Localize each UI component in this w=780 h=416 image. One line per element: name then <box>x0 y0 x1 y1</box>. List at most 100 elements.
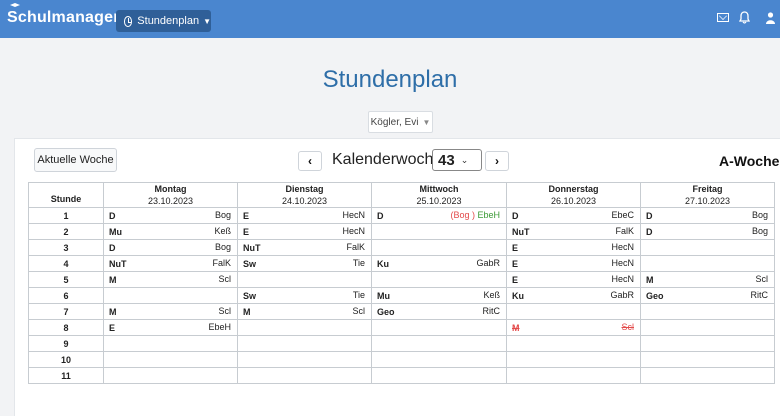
lesson-cell[interactable]: M Scl <box>237 303 372 320</box>
lesson-cell[interactable]: M Scl <box>506 319 641 336</box>
empty-lesson-cell <box>506 367 641 384</box>
stundenplan-menu-button[interactable]: Stundenplan ▼ <box>116 10 211 32</box>
bell-icon[interactable] <box>739 11 750 24</box>
teacher-select[interactable]: Kögler, Evi ▼ <box>368 111 433 133</box>
lesson-cell[interactable]: E HecN <box>237 223 372 240</box>
week-type-label: A-Woche <box>719 153 780 169</box>
lesson-subject: NuT <box>109 258 127 269</box>
lesson-subject: D <box>646 226 653 237</box>
next-week-button[interactable]: › <box>485 151 509 171</box>
table-row: 2 Mu Keß E HecN NuT FalK D Bog <box>28 223 775 240</box>
day-name: Donnerstag <box>548 184 599 194</box>
lesson-cell[interactable]: Ku GabR <box>506 287 641 304</box>
graduation-cap-icon <box>10 3 20 7</box>
calendar-week-value: 43 <box>438 151 455 169</box>
lesson-cell[interactable]: Sw Tie <box>237 255 372 272</box>
lesson-teacher: HecN <box>342 226 365 236</box>
lesson-cell[interactable]: Geo RitC <box>640 287 775 304</box>
lesson-teacher: Scl <box>352 306 365 316</box>
lesson-teacher: Scl <box>218 306 231 316</box>
lesson-subject: Ku <box>512 290 524 301</box>
lesson-number: 6 <box>28 287 104 304</box>
table-row: 6 Sw Tie Mu Keß Ku GabR Geo RitC <box>28 287 775 304</box>
lesson-teacher: Scl <box>218 274 231 284</box>
lesson-subject: D <box>109 242 116 253</box>
lesson-cell[interactable]: Ku GabR <box>371 255 507 272</box>
lesson-cell[interactable]: M Scl <box>103 303 238 320</box>
lesson-cell[interactable]: Mu Keß <box>371 287 507 304</box>
lesson-cell[interactable]: E HecN <box>506 271 641 288</box>
mail-icon[interactable] <box>717 13 729 22</box>
current-week-button[interactable]: Aktuelle Woche <box>34 148 117 172</box>
lesson-number: 10 <box>28 351 104 368</box>
lesson-subject: Ku <box>377 258 389 269</box>
lesson-teacher: HecN <box>611 274 634 284</box>
day-name: Dienstag <box>285 184 324 194</box>
calendar-week-select[interactable]: 43 ⌄ <box>432 149 482 171</box>
lesson-cell[interactable]: M Scl <box>640 271 775 288</box>
lesson-teacher-substitution: (Bog ) EbeH <box>450 210 500 220</box>
lesson-subject: M <box>109 306 117 317</box>
table-row: 10 <box>28 351 775 368</box>
lesson-number: 4 <box>28 255 104 272</box>
lesson-cell[interactable]: E HecN <box>506 239 641 256</box>
lesson-cell[interactable]: M Scl <box>103 271 238 288</box>
lesson-teacher: Tie <box>352 290 365 300</box>
lesson-subject: Sw <box>243 258 257 269</box>
empty-lesson-cell <box>371 351 507 368</box>
column-header-day: Donnerstag 26.10.2023 <box>506 182 641 208</box>
lesson-cell[interactable]: Sw Tie <box>237 287 372 304</box>
lesson-number: 3 <box>28 239 104 256</box>
lesson-cell[interactable]: D EbeC <box>506 207 641 224</box>
lesson-subject: D <box>512 210 519 221</box>
empty-lesson-cell <box>371 223 507 240</box>
lesson-cell[interactable]: D Bog <box>640 207 775 224</box>
day-date: 26.10.2023 <box>550 196 597 206</box>
lesson-number: 11 <box>28 367 104 384</box>
lesson-subject: Geo <box>377 306 395 317</box>
lesson-teacher: Scl <box>755 274 768 284</box>
user-icon[interactable] <box>766 12 775 24</box>
lesson-cell[interactable]: D (Bog ) EbeH <box>371 207 507 224</box>
top-navbar: Schulmanager Stundenplan ▼ <box>0 0 780 38</box>
original-teacher: (Bog ) <box>450 210 475 220</box>
previous-week-button[interactable]: ‹ <box>298 151 322 171</box>
lesson-cell[interactable]: NuT FalK <box>103 255 238 272</box>
lesson-teacher: Keß <box>214 226 231 236</box>
page-title: Stundenplan <box>322 66 458 93</box>
chevron-left-icon: ‹ <box>308 154 312 168</box>
brand-logo[interactable]: Schulmanager <box>7 3 120 27</box>
empty-lesson-cell <box>237 351 372 368</box>
table-row: 3 D Bog NuT FalK E HecN <box>28 239 775 256</box>
lesson-cell[interactable]: NuT FalK <box>506 223 641 240</box>
lesson-cell[interactable]: E HecN <box>506 255 641 272</box>
lesson-cell[interactable]: NuT FalK <box>237 239 372 256</box>
caret-down-icon: ▼ <box>203 16 211 26</box>
lesson-cell[interactable]: D Bog <box>640 223 775 240</box>
lesson-subject: M <box>512 322 520 333</box>
teacher-select-value: Kögler, Evi <box>370 116 419 128</box>
day-name: Montag <box>154 184 187 194</box>
empty-lesson-cell <box>103 367 238 384</box>
empty-lesson-cell <box>237 319 372 336</box>
lesson-cell[interactable]: Mu Keß <box>103 223 238 240</box>
brand-name: Schulmanager <box>7 9 120 26</box>
lesson-cell[interactable]: E HecN <box>237 207 372 224</box>
lesson-number: 2 <box>28 223 104 240</box>
empty-lesson-cell <box>237 367 372 384</box>
lesson-teacher: Bog <box>214 242 231 252</box>
lesson-cell[interactable]: D Bog <box>103 239 238 256</box>
lesson-cell[interactable]: E EbeH <box>103 319 238 336</box>
empty-lesson-cell <box>506 335 641 352</box>
day-date: 23.10.2023 <box>147 196 194 206</box>
chevron-right-icon: › <box>495 154 499 168</box>
lesson-cell[interactable]: D Bog <box>103 207 238 224</box>
lesson-cell[interactable]: Geo RitC <box>371 303 507 320</box>
lesson-subject: D <box>646 210 653 221</box>
lesson-teacher: EbeH <box>208 322 231 332</box>
empty-lesson-cell <box>640 239 775 256</box>
empty-lesson-cell <box>103 287 238 304</box>
empty-lesson-cell <box>640 367 775 384</box>
empty-lesson-cell <box>640 303 775 320</box>
day-name: Mittwoch <box>419 184 459 194</box>
